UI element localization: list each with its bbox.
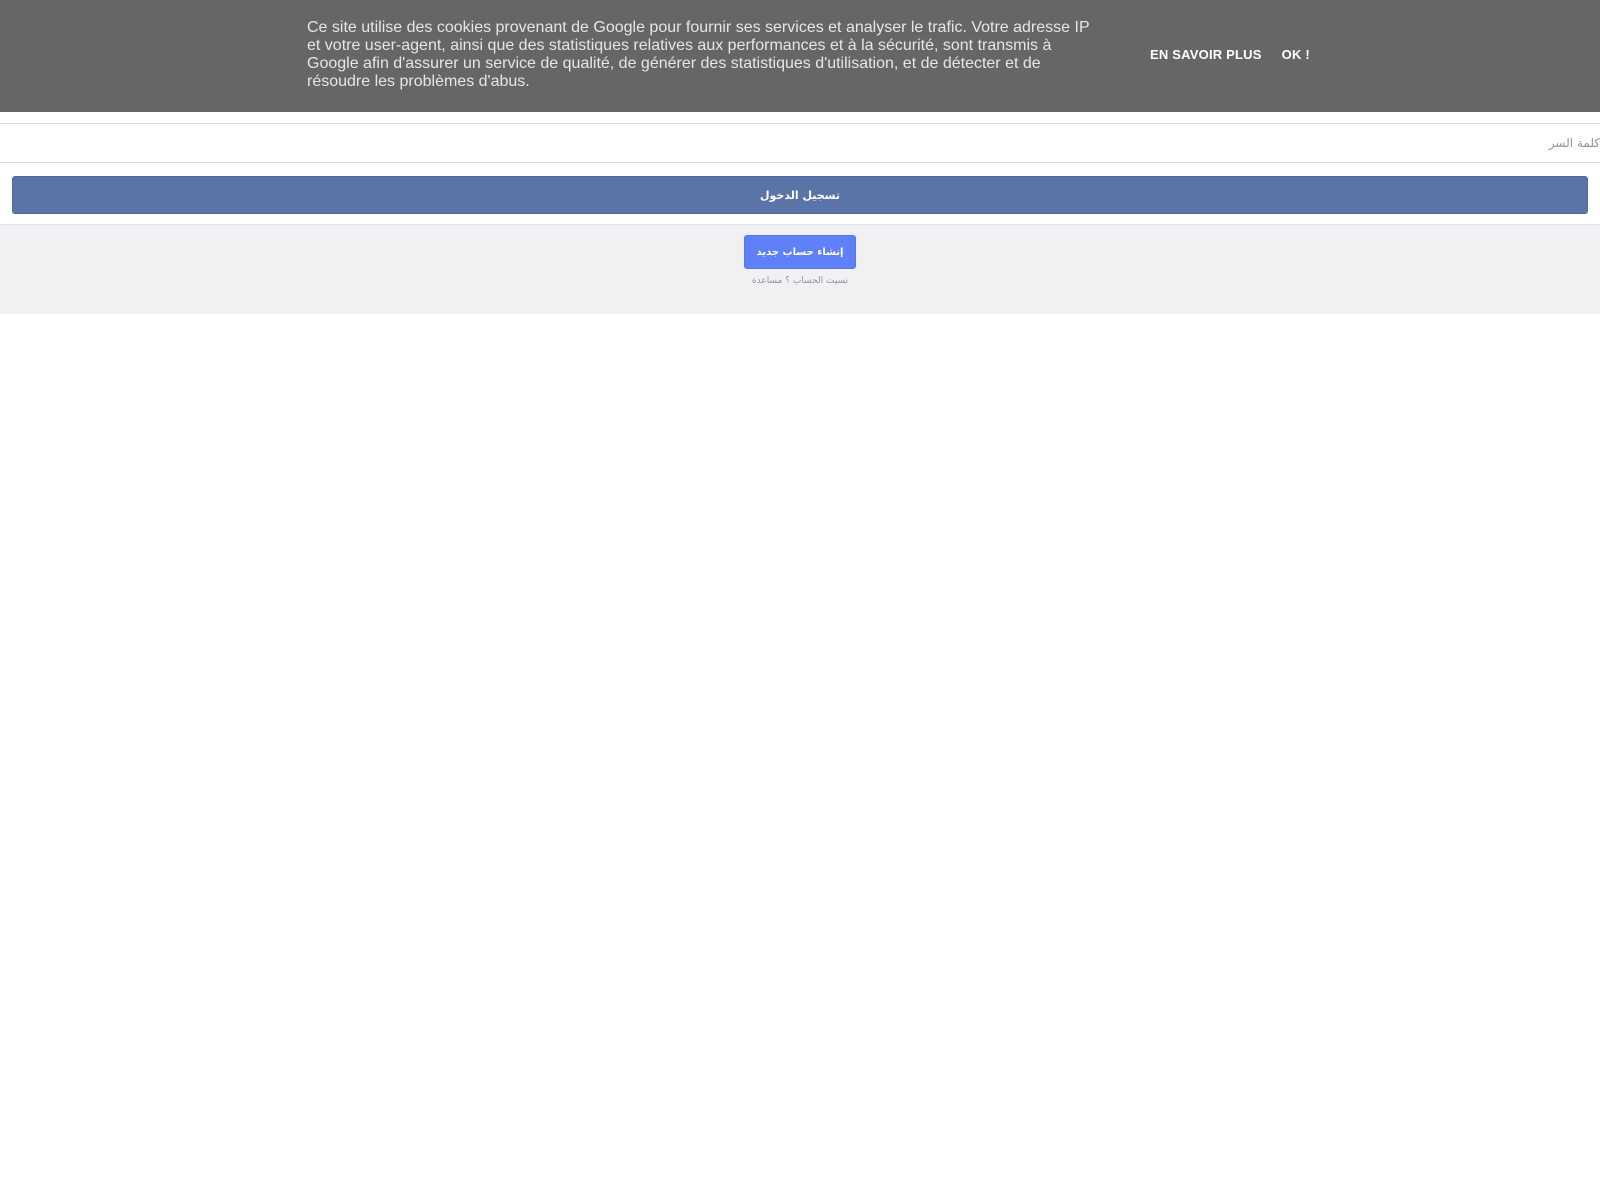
separator: ؟ (785, 276, 790, 286)
cookie-banner: Ce site utilise des cookies provenant de… (0, 0, 1600, 112)
forgot-account-link[interactable]: نسيت الحساب (793, 276, 848, 286)
cookie-notice-text: Ce site utilise des cookies provenant de… (307, 19, 1090, 90)
help-links: نسيت الحساب ؟ مساعدة (0, 276, 1600, 286)
login-button[interactable]: تسجيل الدخول (12, 176, 1588, 214)
create-account-button[interactable]: إنشاء حساب جديد (744, 235, 856, 269)
learn-more-link[interactable]: EN SAVOIR PLUS (1150, 47, 1262, 62)
cookie-actions: EN SAVOIR PLUS OK ! (1150, 47, 1310, 62)
signup-panel: إنشاء حساب جديد نسيت الحساب ؟ مساعدة (0, 224, 1600, 314)
password-field[interactable] (0, 124, 1600, 162)
help-link[interactable]: مساعدة (752, 276, 782, 286)
accept-cookies-button[interactable]: OK ! (1282, 47, 1310, 62)
password-row (0, 124, 1600, 163)
login-button-wrapper: تسجيل الدخول (12, 176, 1588, 214)
